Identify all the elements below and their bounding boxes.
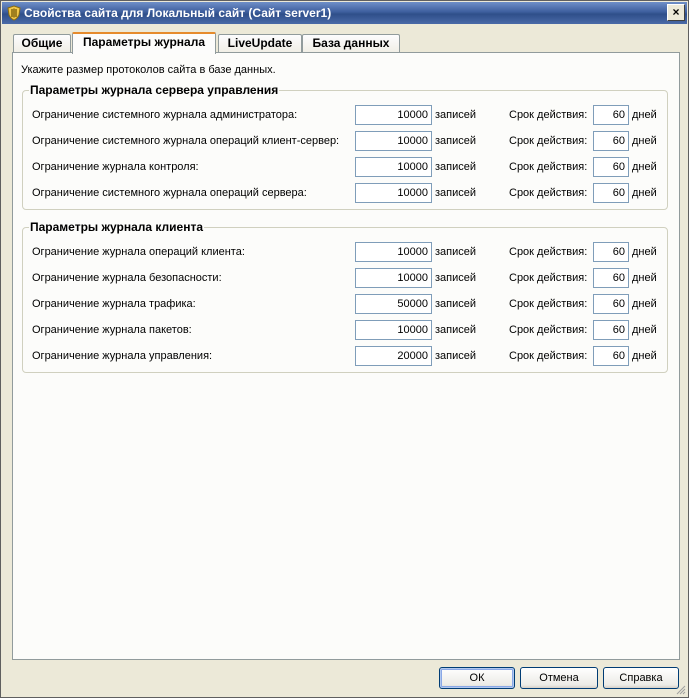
shield-app-icon [7,5,21,21]
server-ops-log-count-input[interactable] [355,183,432,203]
unit-label: записей [435,109,477,121]
client-ops-log-days-input[interactable] [593,242,629,262]
tab-database[interactable]: База данных [302,34,400,53]
days-label: дней [632,246,657,258]
client-server-log-count-input[interactable] [355,131,432,151]
unit-label: записей [435,350,477,362]
term-label: Срок действия: [509,350,588,362]
row-label: Ограничение журнала контроля: [32,161,199,173]
days-label: дней [632,324,657,336]
server-log-row: Ограничение журнала контроля: записей Ср… [23,157,669,177]
audit-log-days-input[interactable] [593,157,629,177]
client-log-row: Ограничение журнала операций клиента: за… [23,242,669,262]
server-log-group-title: Параметры журнала сервера управления [29,83,280,97]
row-label: Ограничение системного журнала операций … [32,135,340,147]
term-label: Срок действия: [509,161,588,173]
traffic-log-count-input[interactable] [355,294,432,314]
days-label: дней [632,272,657,284]
term-label: Срок действия: [509,187,588,199]
row-label: Ограничение системного журнала администр… [32,109,298,121]
tab-log-settings[interactable]: Параметры журнала [72,32,216,54]
unit-label: записей [435,272,477,284]
server-log-row: Ограничение системного журнала администр… [23,105,669,125]
term-label: Срок действия: [509,135,588,147]
days-label: дней [632,187,657,199]
client-log-group: Параметры журнала клиента Ограничение жу… [22,220,669,373]
ok-button[interactable]: ОК [439,667,515,689]
client-log-group-title: Параметры журнала клиента [29,220,205,234]
client-log-row: Ограничение журнала безопасности: записе… [23,268,669,288]
client-log-row: Ограничение журнала трафика: записей Сро… [23,294,669,314]
term-label: Срок действия: [509,109,588,121]
security-log-days-input[interactable] [593,268,629,288]
term-label: Срок действия: [509,298,588,310]
admin-log-count-input[interactable] [355,105,432,125]
server-ops-log-days-input[interactable] [593,183,629,203]
row-label: Ограничение журнала пакетов: [32,324,192,336]
days-label: дней [632,298,657,310]
unit-label: записей [435,135,477,147]
properties-dialog: Свойства сайта для Локальный сайт (Сайт … [0,0,689,698]
days-label: дней [632,109,657,121]
client-ops-log-count-input[interactable] [355,242,432,262]
term-label: Срок действия: [509,324,588,336]
unit-label: записей [435,324,477,336]
panel-hint: Укажите размер протоколов сайта в базе д… [21,64,276,76]
days-label: дней [632,350,657,362]
close-button[interactable]: × [667,4,685,21]
traffic-log-days-input[interactable] [593,294,629,314]
tab-panel-log-settings: Укажите размер протоколов сайта в базе д… [12,52,680,660]
audit-log-count-input[interactable] [355,157,432,177]
unit-label: записей [435,246,477,258]
term-label: Срок действия: [509,272,588,284]
days-label: дней [632,161,657,173]
tab-liveupdate[interactable]: LiveUpdate [218,34,302,53]
security-log-count-input[interactable] [355,268,432,288]
client-log-row: Ограничение журнала пакетов: записей Сро… [23,320,669,340]
server-log-row: Ограничение системного журнала операций … [23,183,669,203]
client-server-log-days-input[interactable] [593,131,629,151]
admin-log-days-input[interactable] [593,105,629,125]
server-log-group: Параметры журнала сервера управления Огр… [22,83,669,210]
help-button[interactable]: Справка [603,667,679,689]
client-log-row: Ограничение журнала управления: записей … [23,346,669,366]
unit-label: записей [435,298,477,310]
row-label: Ограничение системного журнала операций … [32,187,307,199]
close-icon: × [672,5,680,19]
packet-log-count-input[interactable] [355,320,432,340]
row-label: Ограничение журнала безопасности: [32,272,222,284]
cancel-button[interactable]: Отмена [520,667,598,689]
control-log-count-input[interactable] [355,346,432,366]
row-label: Ограничение журнала операций клиента: [32,246,245,258]
row-label: Ограничение журнала управления: [32,350,213,362]
tab-general[interactable]: Общие [13,34,71,53]
days-label: дней [632,135,657,147]
packet-log-days-input[interactable] [593,320,629,340]
term-label: Срок действия: [509,246,588,258]
unit-label: записей [435,187,477,199]
unit-label: записей [435,161,477,173]
control-log-days-input[interactable] [593,346,629,366]
resize-grip-icon[interactable] [674,683,686,695]
row-label: Ограничение журнала трафика: [32,298,196,310]
window-title: Свойства сайта для Локальный сайт (Сайт … [24,6,332,20]
server-log-row: Ограничение системного журнала операций … [23,131,669,151]
title-bar[interactable]: Свойства сайта для Локальный сайт (Сайт … [2,2,687,24]
